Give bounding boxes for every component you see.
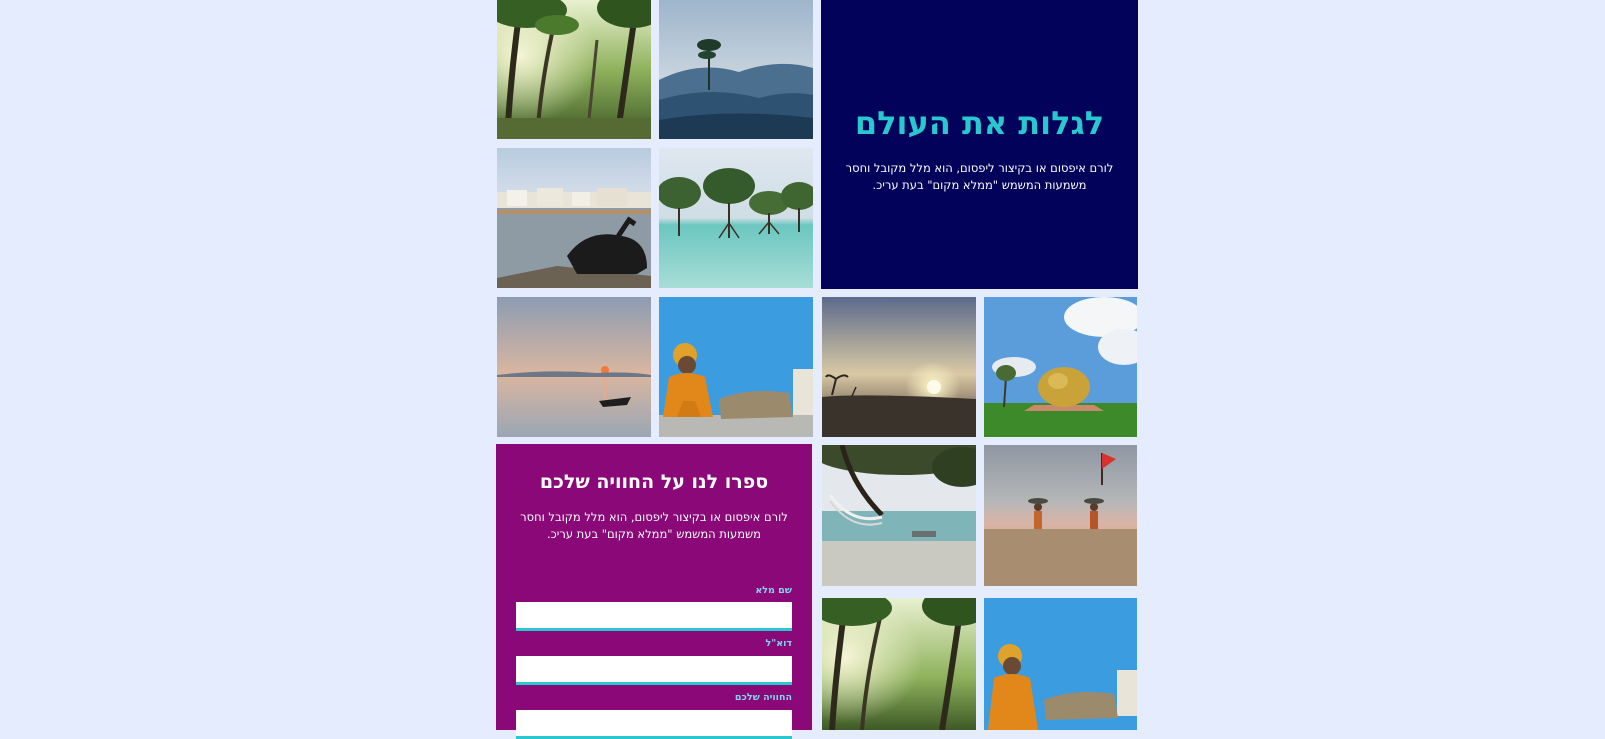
full-name-label: שם מלא [755,585,792,596]
hero-panel: לגלות את העולם לורם איפסום או בקיצור ליפ… [821,0,1138,289]
experience-input[interactable] [516,710,792,739]
feedback-form-panel: ספרו לנו על החוויה שלכם לורם איפסום או ב… [496,444,812,739]
hero-description: לורם איפסום או בקיצור ליפסום, הוא מלל מק… [845,161,1114,192]
gallery-photo-lake-cow [497,148,651,288]
gallery-photo-palm-forest [497,0,651,139]
gallery-photo-hammock-beach [822,445,976,586]
email-label: דוא"ל [765,638,792,649]
gallery-photo-beach-walkers [984,445,1137,586]
gallery-photo-misty-mountain [659,0,813,139]
full-name-input[interactable] [516,602,792,631]
gallery-photo-mangrove [659,148,813,288]
gallery-photo-boat-sunset [497,297,651,437]
feedback-title: ספרו לנו על החוויה שלכם [539,471,769,493]
gallery-photo-seated-man [659,297,813,437]
gallery-photo-golden-dome [984,297,1137,437]
email-input[interactable] [516,656,792,685]
gallery-photo-beach-sunset [822,297,976,437]
gallery-photo-palm-forest-2 [822,598,976,730]
gallery-photo-seated-man-2 [984,598,1137,730]
hero-title: לגלות את העולם [854,104,1105,142]
feedback-description: לורם איפסום או בקיצור ליפסום, הוא מלל מק… [520,510,788,541]
experience-label: החוויה שלכם [734,692,792,703]
